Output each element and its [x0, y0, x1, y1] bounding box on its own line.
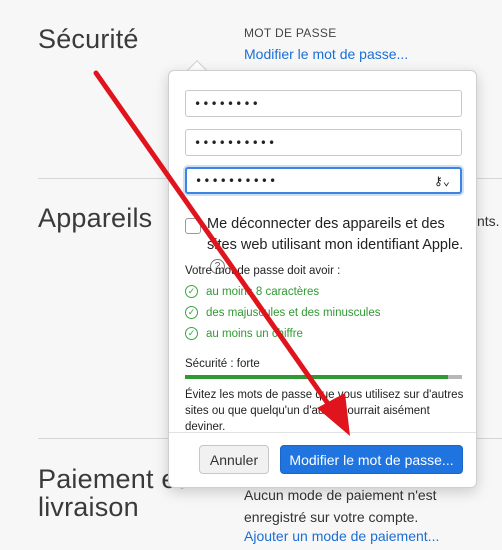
annotation-arrow	[93, 70, 350, 436]
annotation-arrow-shaft	[93, 70, 341, 421]
